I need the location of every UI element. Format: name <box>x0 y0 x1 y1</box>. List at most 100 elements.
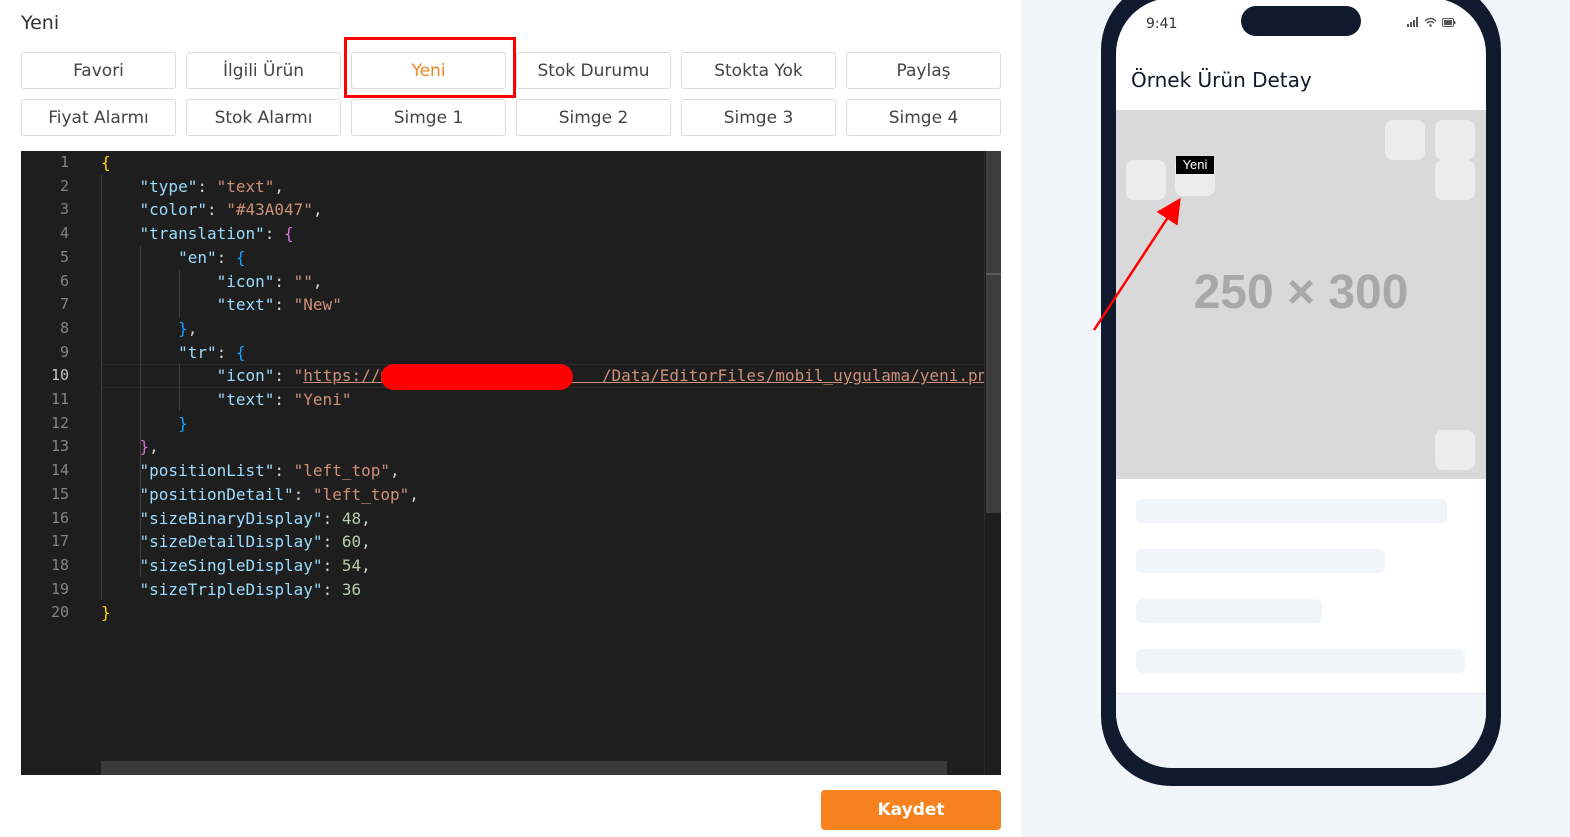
code-token: "" <box>293 271 313 291</box>
code-token: : <box>197 176 217 196</box>
code-token: { <box>284 224 294 244</box>
code-line[interactable]: } <box>101 601 111 625</box>
code-token: 60 <box>341 532 362 552</box>
badge-type-button[interactable]: Simge 3 <box>681 99 836 136</box>
code-token: "icon" <box>216 366 275 386</box>
code-line[interactable]: "color": "#43A047", <box>101 198 323 222</box>
line-number: 15 <box>50 484 69 503</box>
code-line[interactable]: "icon": "", <box>101 270 323 294</box>
code-line[interactable]: "translation": { <box>101 222 294 246</box>
badge-slot <box>1435 160 1475 200</box>
line-number: 13 <box>50 437 69 456</box>
code-token: , <box>187 318 198 338</box>
code-token: } <box>101 603 111 623</box>
code-token: "en" <box>178 247 217 267</box>
code-token: : <box>274 390 294 409</box>
code-token: : <box>274 295 294 315</box>
code-line[interactable]: "positionDetail": "left_top", <box>101 483 419 507</box>
code-token: } <box>178 318 188 338</box>
redaction-mark <box>381 364 573 390</box>
badge-slot <box>1435 430 1475 470</box>
code-line[interactable]: "sizeSingleDisplay": 54, <box>101 554 371 578</box>
code-line[interactable]: "sizeBinaryDisplay": 48, <box>101 507 371 531</box>
status-time: 9:41 <box>1146 16 1178 32</box>
yeni-badge: Yeni <box>1176 156 1214 174</box>
badge-type-button[interactable]: Favori <box>21 52 176 89</box>
line-number: 6 <box>59 271 69 290</box>
preview-panel: 9:41 Örnek Ürün Detay 250 × 300 Yeni <box>1021 0 1570 837</box>
badge-slot <box>1435 120 1475 160</box>
phone-screen: 9:41 Örnek Ürün Detay 250 × 300 Yeni <box>1116 0 1486 768</box>
vertical-scrollbar[interactable] <box>984 151 1001 775</box>
code-token: , <box>361 532 371 552</box>
badge-slot <box>1126 160 1166 200</box>
line-number: 3 <box>59 200 69 219</box>
code-line[interactable]: "type": "text", <box>101 175 285 199</box>
code-line[interactable]: "text": "Yeni" <box>101 388 352 412</box>
code-token: : <box>274 461 294 481</box>
badge-type-button[interactable]: Paylaş <box>846 52 1001 89</box>
line-number: 7 <box>59 295 69 314</box>
line-number: 20 <box>50 603 69 622</box>
code-token: : <box>216 247 236 267</box>
code-line[interactable]: "text": "New" <box>101 293 342 317</box>
code-token: , <box>312 271 323 291</box>
code-line[interactable]: { <box>101 151 111 175</box>
badge-type-button[interactable]: Simge 2 <box>516 99 671 136</box>
code-line[interactable]: "positionList": "left_top", <box>101 459 400 483</box>
wifi-icon <box>1424 17 1437 27</box>
code-token: : <box>322 508 342 528</box>
badge-type-button[interactable]: Stokta Yok <box>681 52 836 89</box>
code-token: , <box>274 176 285 196</box>
code-token: , <box>361 555 371 575</box>
line-number: 8 <box>59 318 69 337</box>
code-token: : <box>322 532 342 552</box>
badge-type-button[interactable]: Stok Alarmı <box>186 99 341 136</box>
badge-type-button[interactable]: İlgili Ürün <box>186 52 341 89</box>
line-number: 10 <box>50 366 69 385</box>
code-line[interactable]: "tr": { <box>101 341 245 365</box>
code-token: : <box>322 579 342 599</box>
vertical-scroll-thumb[interactable] <box>986 151 1001 513</box>
phone-mockup: 9:41 Örnek Ürün Detay 250 × 300 Yeni <box>1101 0 1501 786</box>
code-token: "left_top" <box>293 461 390 481</box>
code-token: : <box>293 484 313 504</box>
code-line[interactable]: }, <box>101 435 159 459</box>
badge-type-button[interactable]: Simge 4 <box>846 99 1001 136</box>
horizontal-scrollbar[interactable] <box>101 761 947 775</box>
code-token: "color" <box>139 200 207 220</box>
code-line[interactable]: "sizeTripleDisplay": 36 <box>101 578 362 602</box>
battery-icon <box>1442 17 1456 27</box>
code-line[interactable]: "sizeDetailDisplay": 60, <box>101 530 371 554</box>
code-line[interactable]: } <box>101 412 188 436</box>
badge-type-button[interactable]: Stok Durumu <box>516 52 671 89</box>
code-token: "icon" <box>216 271 275 291</box>
code-line[interactable]: }, <box>101 317 197 341</box>
code-token: "text" <box>216 295 275 315</box>
code-token: : <box>216 342 236 362</box>
save-button[interactable]: Kaydet <box>821 790 1001 830</box>
badge-type-button[interactable]: Yeni <box>351 52 506 89</box>
screen-bottom <box>1116 694 1486 768</box>
code-area[interactable]: { "type": "text", "color": "#43A047", "t… <box>101 151 1001 775</box>
status-icons <box>1407 17 1456 27</box>
code-line[interactable]: "en": { <box>101 246 245 270</box>
line-number: 14 <box>50 461 69 480</box>
json-code-editor[interactable]: 1 2 3 4 5 6 7 8 9 10 11 12 13 14 15 16 17 18 19 20 { "type"… <box>21 151 1001 775</box>
badge-type-button[interactable]: Simge 1 <box>351 99 506 136</box>
skeleton-line <box>1136 599 1322 623</box>
badge-type-buttons: Favori İlgili Ürün Yeni Stok Durumu Stokta Y… <box>21 52 1001 136</box>
code-token: " <box>293 366 304 386</box>
badge-type-button[interactable]: Fiyat Alarmı <box>21 99 176 136</box>
